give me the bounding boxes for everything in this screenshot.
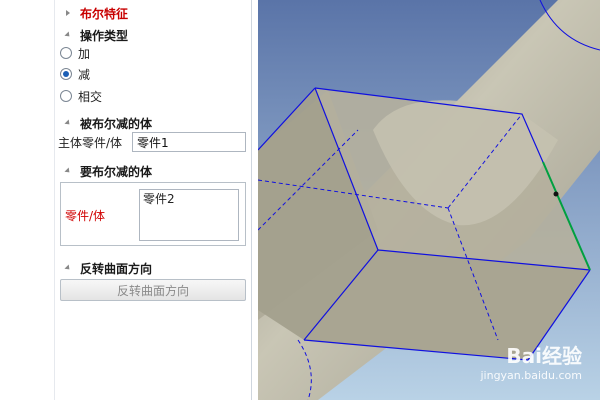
collapse-arrow-icon[interactable] bbox=[66, 10, 70, 16]
expand-arrow-icon[interactable] bbox=[64, 119, 72, 127]
expand-arrow-icon[interactable] bbox=[64, 167, 72, 175]
tool-body-group: 零件/体 零件2 bbox=[60, 182, 246, 246]
operation-type-label: 操作类型 bbox=[80, 28, 129, 43]
tool-body-header[interactable]: 要布尔减的体 bbox=[0, 162, 152, 180]
radio-subtract[interactable]: 减 bbox=[60, 65, 90, 83]
radio-button[interactable] bbox=[60, 90, 72, 102]
reverse-surface-label: 反转曲面方向 bbox=[80, 261, 153, 276]
reverse-surface-button[interactable]: 反转曲面方向 bbox=[60, 279, 246, 301]
operation-type-header[interactable]: 操作类型 bbox=[0, 26, 128, 44]
radio-add[interactable]: 加 bbox=[60, 44, 90, 62]
watermark-url: jingyan.baidu.com bbox=[480, 369, 582, 382]
radio-button[interactable] bbox=[60, 68, 72, 80]
reverse-surface-header[interactable]: 反转曲面方向 bbox=[0, 259, 152, 277]
tool-body-list[interactable]: 零件2 bbox=[139, 189, 239, 241]
part-body-label: 零件/体 bbox=[65, 209, 106, 223]
radio-button[interactable] bbox=[60, 47, 72, 59]
boolean-feature-header[interactable]: 布尔特征 bbox=[0, 4, 128, 22]
target-body-label: 被布尔减的体 bbox=[80, 116, 153, 131]
radio-label: 加 bbox=[78, 46, 91, 61]
property-panel: 布尔特征 操作类型 加 减 相交 被布尔减的体 主体零件/体 要布尔减的体 零件… bbox=[0, 0, 252, 400]
main-part-input[interactable] bbox=[132, 132, 246, 152]
watermark: Bai经验 jingyan.baidu.com bbox=[480, 340, 582, 382]
radio-intersect[interactable]: 相交 bbox=[60, 87, 102, 105]
expand-arrow-icon[interactable] bbox=[64, 264, 72, 272]
tool-body-label: 要布尔减的体 bbox=[80, 164, 153, 179]
panel-title: 布尔特征 bbox=[80, 6, 129, 21]
list-item[interactable]: 零件2 bbox=[143, 192, 175, 206]
watermark-brand: Bai经验 bbox=[506, 344, 582, 368]
main-part-label: 主体零件/体 bbox=[58, 136, 123, 150]
expand-arrow-icon[interactable] bbox=[64, 31, 72, 39]
radio-label: 减 bbox=[78, 67, 91, 82]
radio-label: 相交 bbox=[78, 89, 103, 104]
target-body-header[interactable]: 被布尔减的体 bbox=[0, 114, 152, 132]
3d-viewport[interactable]: Bai经验 jingyan.baidu.com bbox=[258, 0, 600, 400]
edge-handle-point[interactable] bbox=[553, 191, 559, 197]
panel-divider bbox=[54, 0, 55, 400]
